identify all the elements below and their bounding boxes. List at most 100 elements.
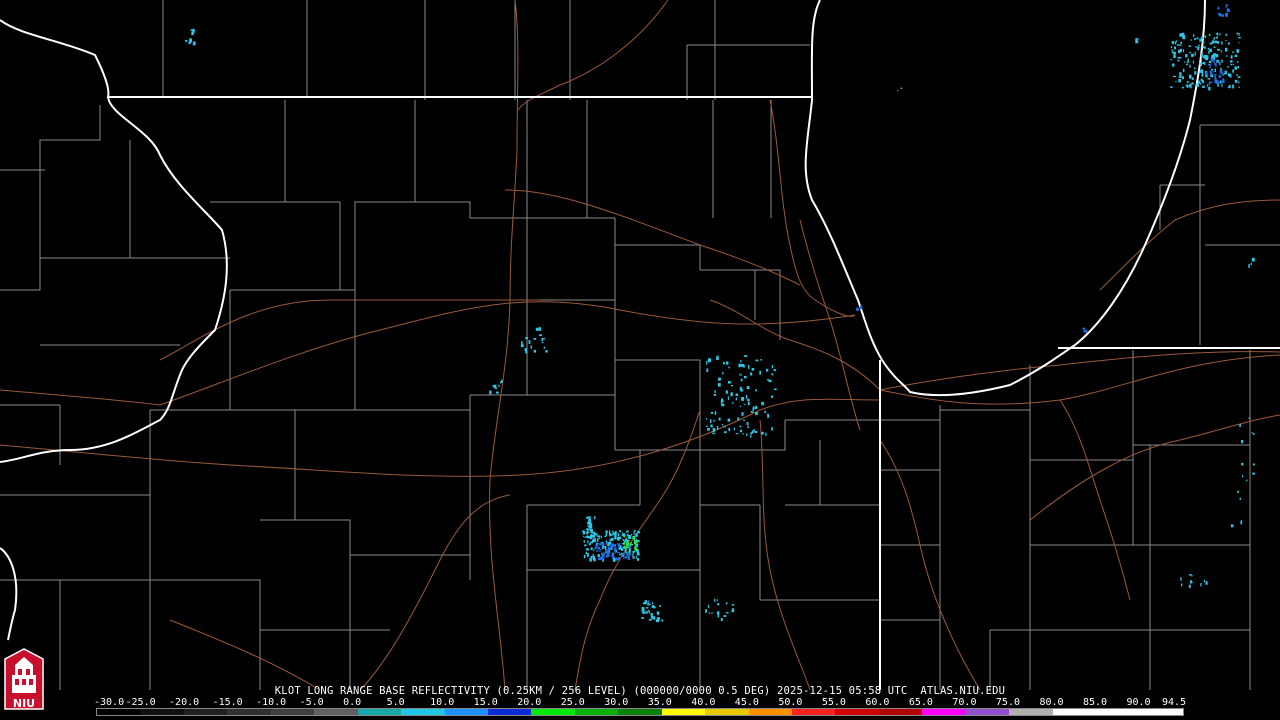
- echo-pixel: [738, 363, 741, 368]
- echo-pixel: [1232, 63, 1234, 66]
- echo-pixel: [1201, 73, 1204, 77]
- echo-pixel: [188, 41, 191, 45]
- highway-network: [0, 0, 1280, 691]
- echo-pixel: [621, 553, 623, 557]
- echo-pixel: [192, 41, 196, 46]
- echo-pixel: [492, 384, 496, 388]
- echo-pixel: [761, 401, 764, 406]
- echo-pixel: [856, 308, 859, 311]
- echo-pixel: [1238, 42, 1240, 44]
- scale-label: 75.0: [995, 697, 1020, 708]
- scale-label: 0.0: [343, 697, 362, 708]
- scale-segment: [140, 709, 184, 715]
- echo-pixel: [1213, 38, 1215, 40]
- echo-pixel: [612, 530, 614, 534]
- echo-pixel: [712, 427, 715, 431]
- echo-pixel: [623, 556, 625, 559]
- highway: [359, 494, 511, 691]
- highway: [0, 398, 881, 477]
- echo-pixel: [538, 327, 541, 331]
- echo-pixel: [732, 608, 734, 610]
- echo-pixel: [1212, 58, 1214, 62]
- echo-pixel: [637, 558, 640, 561]
- echo-pixel: [619, 530, 622, 533]
- echo-pixel: [731, 385, 733, 387]
- scale-segment: [748, 709, 792, 715]
- echo-pixel: [746, 386, 750, 390]
- echo-pixel: [1238, 32, 1240, 36]
- echo-pixel: [750, 411, 754, 413]
- echo-pixel: [628, 541, 630, 545]
- county-border: [614, 218, 700, 246]
- echo-pixel: [1227, 66, 1230, 68]
- echo-pixel: [755, 359, 759, 362]
- scale-segment: [705, 709, 749, 715]
- echo-pixel: [1207, 84, 1209, 87]
- echo-pixel: [720, 618, 723, 622]
- echo-pixel: [625, 537, 627, 541]
- echo-pixel: [1228, 73, 1231, 77]
- scale-segment: [922, 709, 966, 715]
- scale-segment: [835, 709, 879, 715]
- echo-pixel: [641, 609, 644, 613]
- scale-segment: [183, 709, 228, 715]
- echo-pixel: [1200, 583, 1202, 587]
- echo-pixel: [754, 431, 758, 433]
- scale-label: 20.0: [517, 697, 542, 708]
- echo-pixel: [1189, 574, 1192, 576]
- echo-pixel: [1200, 53, 1203, 57]
- echo-pixel: [1252, 472, 1255, 475]
- echo-pixel: [1214, 54, 1218, 56]
- echo-pixel: [535, 327, 539, 331]
- echo-pixel: [1222, 79, 1225, 83]
- echo-pixel: [1192, 60, 1195, 64]
- echo-pixel: [1228, 85, 1231, 88]
- echo-pixel: [598, 550, 602, 552]
- echo-pixel: [1248, 264, 1250, 268]
- echo-pixel: [541, 341, 544, 344]
- echo-pixel: [747, 401, 750, 406]
- echo-pixel: [1237, 81, 1240, 84]
- echo-pixel: [741, 397, 745, 401]
- echo-pixel: [720, 399, 724, 403]
- echo-pixel: [539, 334, 542, 337]
- echo-pixel: [722, 372, 724, 375]
- echo-pixel: [740, 374, 742, 376]
- echo-pixel: [1251, 432, 1253, 434]
- echo-pixel: [632, 536, 635, 539]
- echo-pixel: [755, 412, 758, 416]
- echo-pixel: [632, 551, 635, 553]
- echo-pixel: [1200, 71, 1203, 73]
- echo-pixel: [633, 531, 635, 536]
- echo-pixel: [587, 554, 589, 557]
- echo-pixel: [1219, 33, 1221, 36]
- echo-pixel: [760, 359, 762, 361]
- echo-pixel: [1198, 44, 1201, 46]
- echo-pixel: [1221, 41, 1223, 45]
- echo-pixel: [661, 619, 664, 622]
- echo-pixel: [604, 535, 607, 537]
- echo-pixel: [717, 425, 719, 430]
- echo-pixel: [1189, 83, 1192, 88]
- echo-pixel: [609, 538, 611, 542]
- echo-pixel: [592, 553, 594, 556]
- echo-pixel: [1225, 4, 1227, 9]
- echo-pixel: [1212, 53, 1214, 55]
- echo-pixel: [1179, 33, 1182, 37]
- echo-pixel: [1220, 67, 1222, 70]
- echo-pixel: [587, 521, 589, 524]
- echo-pixel: [1251, 257, 1255, 262]
- echo-pixel: [588, 519, 591, 522]
- echo-pixel: [1175, 81, 1177, 83]
- echo-pixel: [1177, 59, 1180, 62]
- echo-pixel: [740, 378, 743, 382]
- echo-pixel: [1205, 581, 1208, 585]
- county-border: [700, 269, 781, 340]
- echo-pixel: [596, 538, 599, 542]
- echo-pixel: [582, 535, 584, 537]
- echo-pixel: [728, 427, 731, 432]
- echo-pixel: [1222, 72, 1224, 76]
- echo-pixel: [641, 617, 645, 619]
- echo-pixel: [496, 391, 499, 394]
- echo-pixel: [611, 538, 614, 540]
